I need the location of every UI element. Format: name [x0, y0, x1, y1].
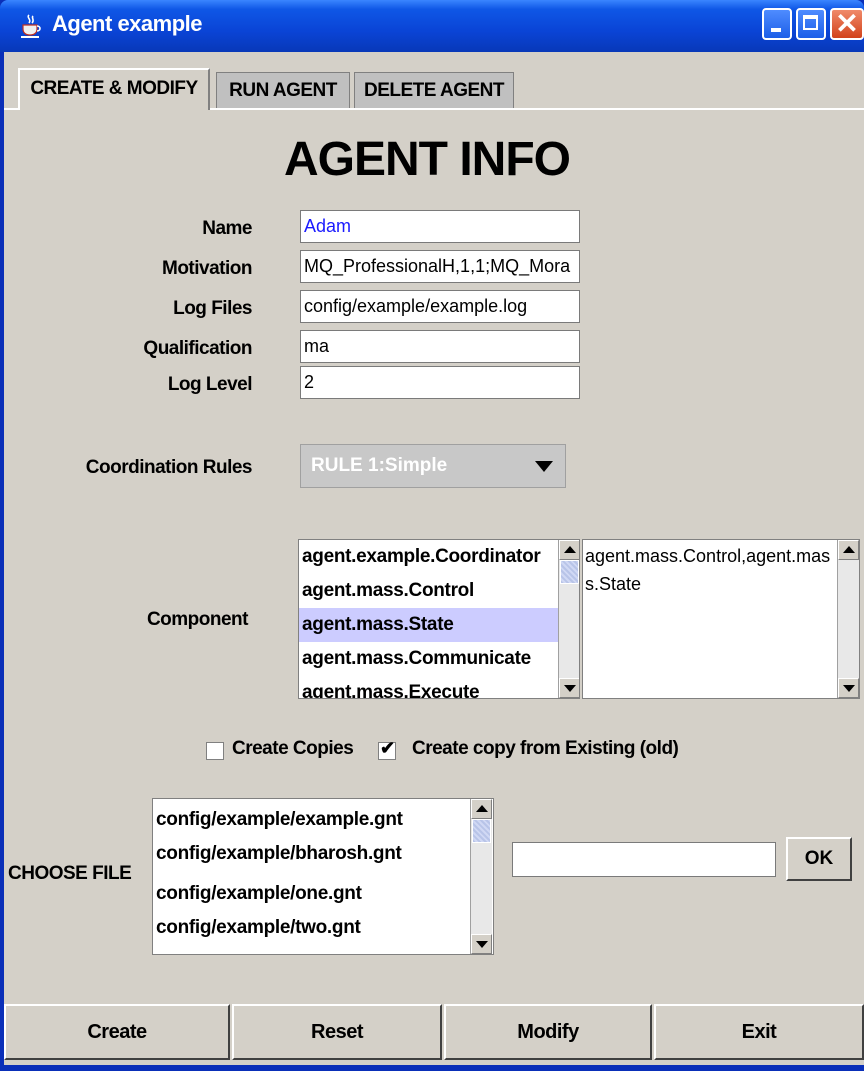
coordination-rules-select[interactable]: RULE 1:Simple	[300, 444, 566, 488]
checkmark-icon: ✔	[380, 738, 396, 758]
selected-components-area[interactable]: agent.mass.Control,agent.mass.State	[582, 539, 860, 699]
list-item[interactable]: config/example/example.gnt	[153, 803, 493, 837]
modify-button[interactable]: Modify	[444, 1004, 652, 1060]
copy-existing-label[interactable]: Create copy from Existing (old)	[412, 738, 679, 760]
tab-create-modify[interactable]: CREATE & MODIFY	[18, 68, 210, 110]
scroll-up-button[interactable]	[471, 799, 492, 819]
ok-button[interactable]: OK	[786, 837, 852, 881]
create-button[interactable]: Create	[4, 1004, 230, 1060]
log-files-label: Log Files	[173, 298, 252, 319]
close-button[interactable]: ✕	[830, 8, 864, 40]
motivation-label: Motivation	[162, 258, 253, 279]
list-item[interactable]: agent.mass.State	[299, 608, 579, 642]
agent-example-window: Agent example ✕ CREATE & MODIFY RUN AGEN…	[0, 0, 864, 1071]
file-list[interactable]: config/example/example.gnt config/exampl…	[152, 798, 494, 955]
list-item[interactable]: config/example/bharosh.gnt	[153, 837, 493, 871]
choose-file-label: CHOOSE FILE	[8, 863, 132, 884]
qualification-field[interactable]: ma	[300, 330, 580, 363]
coordination-rules-value: RULE 1:Simple	[311, 455, 448, 476]
selected-scrollbar[interactable]	[837, 540, 859, 698]
arrow-down-icon	[476, 941, 488, 948]
list-item[interactable]: agent.mass.Execute	[299, 676, 579, 698]
file-path-input[interactable]	[512, 842, 776, 877]
copy-existing-checkbox[interactable]: ✔	[378, 738, 396, 760]
log-files-field[interactable]: config/example/example.log	[300, 290, 580, 323]
arrow-down-icon	[564, 685, 576, 692]
arrow-up-icon	[564, 546, 576, 553]
title-bar[interactable]: Agent example ✕	[0, 0, 864, 52]
tab-delete-agent[interactable]: DELETE AGENT	[354, 72, 514, 108]
list-item[interactable]: agent.mass.Control	[299, 574, 579, 608]
list-item[interactable]: config/example/two.gnt	[153, 911, 493, 945]
dropdown-arrow-icon	[535, 461, 553, 472]
exit-button[interactable]: Exit	[654, 1004, 864, 1060]
tab-run-agent[interactable]: RUN AGENT	[216, 72, 350, 108]
name-label: Name	[202, 218, 252, 239]
selected-components-text: agent.mass.Control,agent.mass.State	[585, 546, 831, 594]
component-list[interactable]: agent.example.Coordinator agent.mass.Con…	[298, 539, 580, 699]
minimize-button[interactable]	[762, 8, 792, 40]
maximize-icon	[803, 15, 818, 30]
qualification-label: Qualification	[143, 338, 252, 359]
scroll-thumb[interactable]	[560, 560, 579, 584]
scroll-thumb[interactable]	[472, 819, 491, 843]
list-item[interactable]: agent.mass.Communicate	[299, 642, 579, 676]
coordination-rules-label: Coordination Rules	[85, 457, 253, 478]
window-title: Agent example	[52, 11, 203, 36]
client-area: CREATE & MODIFY RUN AGENT DELETE AGENT A…	[4, 52, 864, 1065]
arrow-down-icon	[843, 685, 855, 692]
arrow-up-icon	[476, 805, 488, 812]
minimize-icon	[771, 28, 781, 32]
component-label: Component	[146, 609, 249, 630]
scroll-up-button[interactable]	[838, 540, 859, 560]
arrow-up-icon	[843, 546, 855, 553]
scroll-down-button[interactable]	[471, 934, 492, 954]
scroll-up-button[interactable]	[559, 540, 579, 560]
scroll-down-button[interactable]	[559, 678, 579, 698]
list-item[interactable]: agent.example.Coordinator	[299, 540, 579, 574]
page-title: AGENT INFO	[284, 133, 571, 186]
log-level-field[interactable]: 2	[300, 366, 580, 399]
list-item[interactable]: config/example/one.gnt	[153, 877, 493, 911]
log-level-label: Log Level	[167, 374, 253, 395]
component-scrollbar[interactable]	[558, 540, 579, 698]
scroll-down-button[interactable]	[838, 678, 859, 698]
java-cup-icon	[21, 14, 41, 38]
motivation-field[interactable]: MQ_ProfessionalH,1,1;MQ_Mora	[300, 250, 580, 283]
close-icon: ✕	[835, 8, 859, 39]
name-field[interactable]: Adam	[300, 210, 580, 243]
create-copies-label[interactable]: Create Copies	[232, 738, 354, 760]
reset-button[interactable]: Reset	[232, 1004, 442, 1060]
file-scrollbar[interactable]	[470, 799, 492, 954]
create-copies-checkbox[interactable]	[206, 742, 224, 760]
maximize-button[interactable]	[796, 8, 826, 40]
